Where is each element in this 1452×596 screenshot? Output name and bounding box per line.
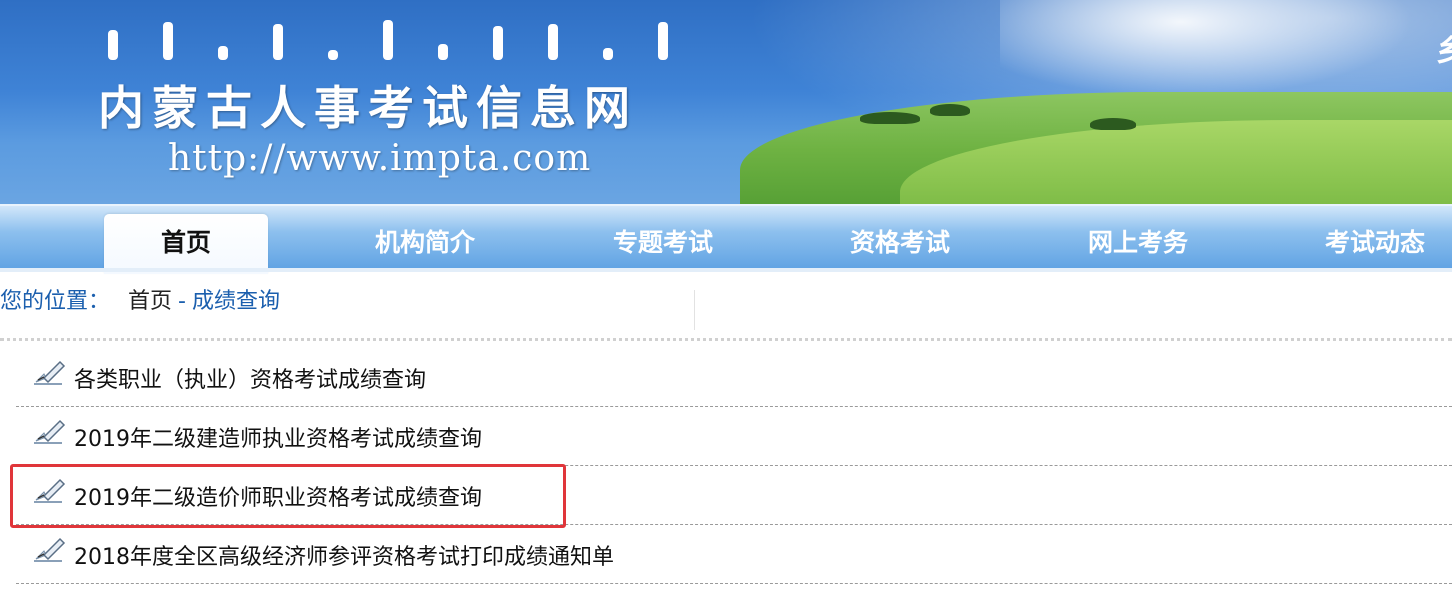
edit-pen-icon — [32, 537, 66, 565]
breadcrumb-prefix: 您的位置： — [0, 289, 111, 314]
nav-item-home[interactable]: 首页 — [104, 214, 268, 274]
nav-item-qualification-exams[interactable]: 资格考试 — [815, 206, 985, 270]
banner-corner-text: 乡 — [1436, 34, 1452, 69]
mongolian-script-title — [108, 12, 668, 60]
breadcrumb: 您的位置： 首页 - 成绩查询 — [0, 282, 280, 322]
edit-pen-icon — [32, 419, 66, 447]
breadcrumb-home-link[interactable]: 首页 — [128, 289, 172, 314]
nav-bottom-border — [0, 268, 1452, 272]
site-title: 内蒙古人事考试信息网 — [98, 81, 638, 135]
site-url: http://www.impta.com — [168, 138, 592, 179]
banner-tree — [930, 104, 970, 116]
nav-item-special-exams[interactable]: 专题考试 — [578, 206, 748, 270]
list-item-link[interactable]: 各类职业（执业）资格考试成绩查询 — [74, 362, 426, 394]
highlight-annotation — [10, 464, 566, 528]
divider — [0, 338, 1452, 341]
list-item-link[interactable]: 2019年二级建造师执业资格考试成绩查询 — [74, 421, 482, 453]
main-nav: 首页 机构简介 专题考试 资格考试 网上考务 考试动态 — [0, 204, 1452, 274]
list-item-link[interactable]: 2018年度全区高级经济师参评资格考试打印成绩通知单 — [74, 539, 614, 571]
list-item[interactable]: 2018年度全区高级经济师参评资格考试打印成绩通知单 — [16, 525, 1452, 584]
divider — [694, 290, 695, 330]
nav-item-online-services[interactable]: 网上考务 — [1053, 206, 1223, 270]
breadcrumb-current-link[interactable]: 成绩查询 — [192, 289, 280, 314]
edit-pen-icon — [32, 360, 66, 388]
site-banner: 内蒙古人事考试信息网 http://www.impta.com 乡 — [0, 0, 1452, 204]
breadcrumb-separator: - — [178, 289, 186, 314]
banner-tree — [1090, 118, 1136, 130]
nav-item-exam-news[interactable]: 考试动态 — [1290, 206, 1452, 270]
nav-item-about[interactable]: 机构简介 — [340, 206, 510, 270]
list-item[interactable]: 各类职业（执业）资格考试成绩查询 — [16, 348, 1452, 407]
banner-tree — [860, 112, 920, 124]
list-item[interactable]: 2019年二级建造师执业资格考试成绩查询 — [16, 407, 1452, 466]
